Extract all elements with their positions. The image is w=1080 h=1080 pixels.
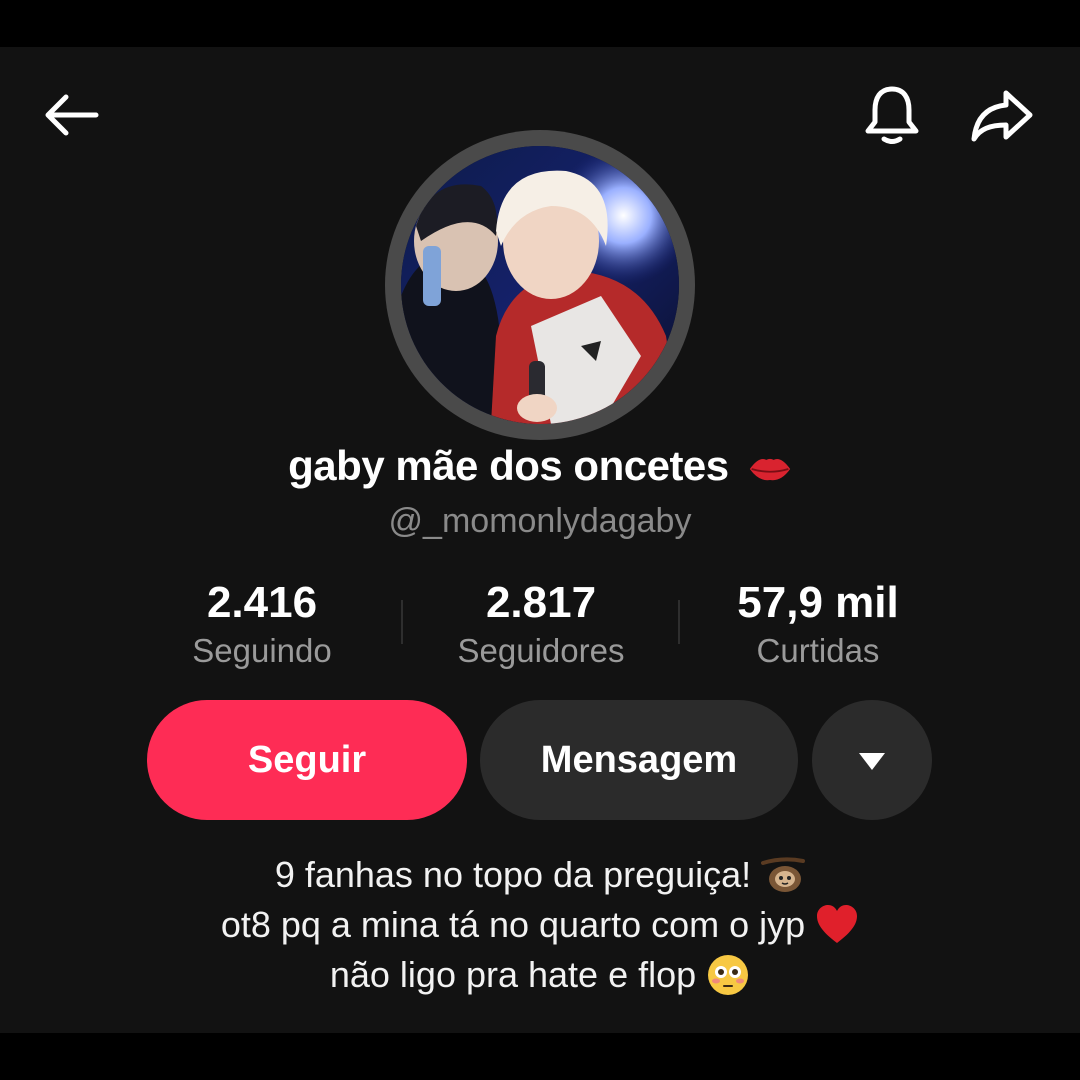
message-button-label: Mensagem [540,738,738,781]
red-heart-emoji-icon [815,903,859,947]
profile-handle: @_momonlydagaby [388,502,692,540]
arrow-left-icon [40,91,100,144]
triangle-down-icon [857,739,887,782]
follow-button[interactable]: Seguir [147,700,467,820]
notification-bell-button[interactable] [860,85,924,149]
following-label: Seguindo [192,632,332,669]
stat-divider [401,600,403,644]
following-count: 2.416 [206,578,318,627]
bio-line: não ligo pra hate e flop [0,950,1080,1000]
followers-stat[interactable]: 2.817 Seguidores [411,577,671,673]
profile-screen: gaby mãe dos oncetes @_momonlydagaby 2.4… [0,47,1080,1033]
followers-count: 2.817 [485,578,597,627]
message-button[interactable]: Mensagem [480,700,798,820]
sloth-emoji-icon [761,853,806,897]
stat-divider [678,600,680,644]
avatar[interactable] [385,130,695,440]
flushed-face-emoji-icon [706,953,750,997]
likes-stat[interactable]: 57,9 mil Curtidas [688,577,948,673]
profile-display-name: gaby mãe dos oncetes [0,442,1080,491]
share-button[interactable] [970,85,1034,149]
bio-line-text: 9 fanhas no topo da preguiça! [274,854,752,895]
profile-bio: 9 fanhas no topo da preguiça! ot8 pq a m… [0,850,1080,1000]
bell-icon [862,84,922,151]
follow-button-label: Seguir [247,738,367,781]
followers-label: Seguidores [457,632,625,669]
back-button[interactable] [38,85,102,149]
bio-line-text: ot8 pq a mina tá no quarto com o jyp [220,904,806,945]
likes-label: Curtidas [756,632,880,669]
bio-line: ot8 pq a mina tá no quarto com o jyp [0,900,1080,950]
avatar-photo [401,146,679,424]
following-stat[interactable]: 2.416 Seguindo [132,577,392,673]
display-name-text: gaby mãe dos oncetes [288,442,729,489]
lips-emoji-icon [748,447,792,491]
likes-count: 57,9 mil [737,578,899,627]
share-arrow-icon [970,87,1034,148]
bio-line-text: não ligo pra hate e flop [329,954,697,995]
more-options-button[interactable] [812,700,932,820]
bio-line: 9 fanhas no topo da preguiça! [0,850,1080,900]
